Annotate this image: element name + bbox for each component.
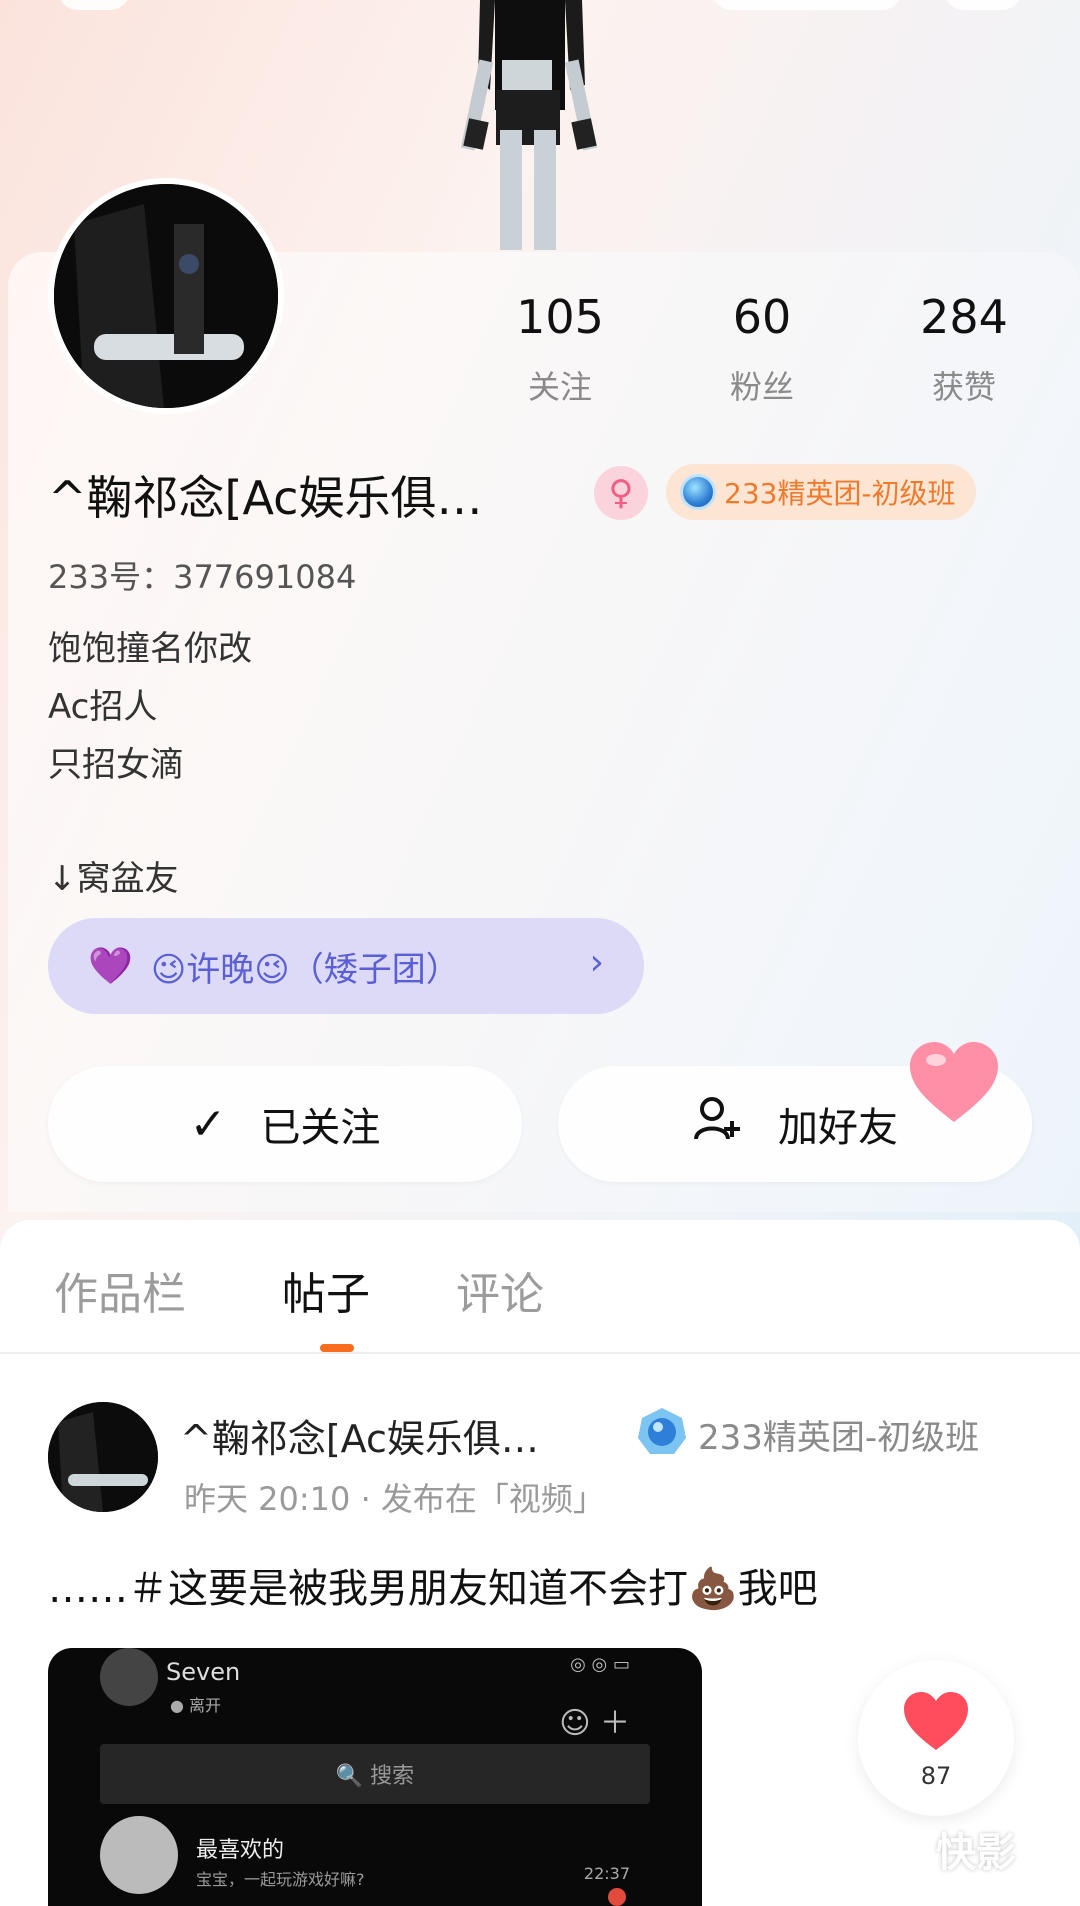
chat-status: ● 离开 <box>170 1696 222 1715</box>
rank-badge-label: 233精英团-初级班 <box>724 477 956 510</box>
tab-comments[interactable]: 评论 <box>456 1258 544 1322</box>
rank-badge[interactable]: 233精英团-初级班 <box>666 464 976 520</box>
status-icons: ◎ ◎ ▭ <box>570 1654 630 1675</box>
add-user-icon <box>692 1095 744 1154</box>
female-icon: ♀ <box>594 466 648 520</box>
checkmark-icon: ✓ <box>189 1098 227 1150</box>
stat-likes-label: 获赞 <box>931 368 996 406</box>
profile-nickname: ^鞠祁念[Ac娱乐俱… <box>48 471 483 525</box>
avatar-3d-figure <box>460 0 598 250</box>
followed-button[interactable]: ✓ 已关注 <box>48 1066 522 1182</box>
chat-search-bar: 🔍 搜索 <box>100 1744 650 1804</box>
kuaiying-logo-icon <box>872 1827 924 1871</box>
app-watermark: 快影 <box>872 1820 1016 1878</box>
heart-icon <box>904 1692 968 1750</box>
bio-line: 饱饱撞名你改 <box>48 629 252 669</box>
gem-icon <box>636 1406 688 1458</box>
like-button[interactable]: 87 <box>858 1660 1014 1816</box>
watermark-label: 快影 <box>936 1830 1016 1876</box>
banner-button-right-2[interactable] <box>944 0 1022 10</box>
tab-works[interactable]: 作品栏 <box>54 1258 186 1322</box>
post-meta: 昨天 20:10 · 发布在「视频」 <box>184 1480 605 1518</box>
tab-posts[interactable]: 帖子 <box>282 1258 370 1322</box>
gem-icon <box>680 474 716 510</box>
chat-avatar <box>100 1648 158 1706</box>
like-count: 87 <box>920 1762 952 1790</box>
chat-name: Seven <box>166 1658 241 1686</box>
chat-row-avatar <box>100 1816 178 1894</box>
add-friend-button-label: 加好友 <box>778 1105 898 1151</box>
chat-row-time: 22:37 <box>583 1864 630 1883</box>
add-icon: ☺ ＋ <box>559 1706 630 1741</box>
banner-button-left[interactable] <box>58 0 130 10</box>
user-id: 233号：377691084 <box>48 558 357 596</box>
profile-avatar[interactable] <box>48 178 284 414</box>
profile-bio: 饱饱撞名你改 Ac招人 只招女滴 ↓窝盆友 <box>48 620 252 908</box>
unread-dot <box>608 1888 626 1906</box>
post-author-name[interactable]: ^鞠祁念[Ac娱乐俱… <box>180 1408 539 1463</box>
stat-fans-value: 60 <box>732 290 792 344</box>
stat-following[interactable]: 105 关注 <box>480 290 640 408</box>
post-image[interactable]: Seven ● 离开 ◎ ◎ ▭ ☺ ＋ 🔍 搜索 最喜欢的 宝宝，一起玩游戏好… <box>48 1648 702 1906</box>
chat-row-message: 宝宝，一起玩游戏好嘛? <box>196 1870 365 1889</box>
stat-likes-value: 284 <box>920 290 1008 344</box>
chevron-right-icon: › <box>589 942 604 983</box>
purple-heart-icon: 💜 <box>88 946 133 987</box>
stat-fans[interactable]: 60 粉丝 <box>682 290 842 408</box>
stat-following-label: 关注 <box>527 368 592 406</box>
stat-following-value: 105 <box>516 290 604 344</box>
group-link-label: 😉许晚😉（矮子团） <box>150 949 460 990</box>
active-tab-indicator <box>320 1344 354 1352</box>
chat-row-name: 最喜欢的 <box>196 1838 285 1863</box>
post-author-avatar[interactable] <box>48 1402 158 1512</box>
bio-line: ↓窝盆友 <box>48 859 179 899</box>
post-text: ……＃这要是被我男朋友知道不会打💩我吧 <box>48 1566 818 1612</box>
bio-line: Ac招人 <box>48 687 158 727</box>
stat-fans-label: 粉丝 <box>729 368 794 406</box>
post-author-badge: 233精英团-初级班 <box>698 1418 980 1458</box>
floating-heart-icon <box>910 1042 998 1122</box>
banner-button-right-1[interactable] <box>712 0 902 10</box>
stat-likes[interactable]: 284 获赞 <box>884 290 1044 408</box>
group-link[interactable]: 💜 😉许晚😉（矮子团） › <box>48 918 644 1014</box>
bio-line: 只招女滴 <box>48 745 184 785</box>
followed-button-label: 已关注 <box>260 1105 381 1151</box>
